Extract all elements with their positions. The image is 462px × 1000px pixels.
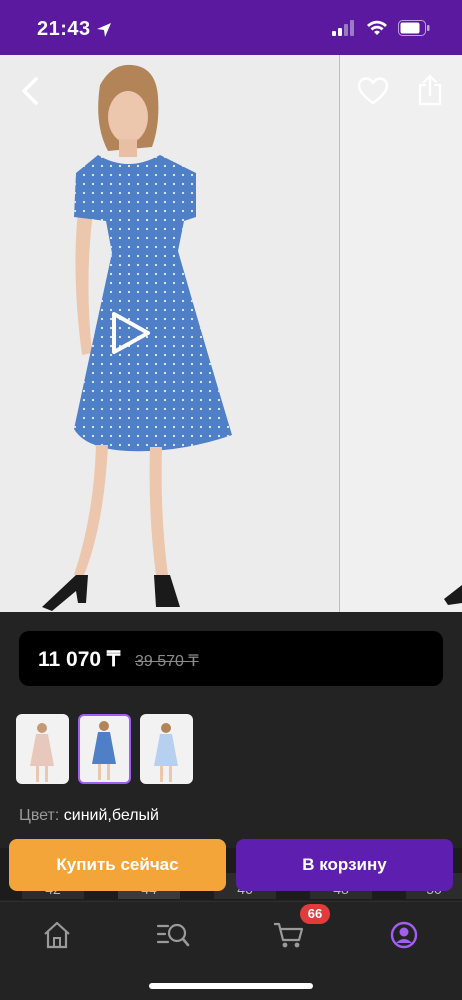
heart-icon — [358, 77, 388, 105]
product-photo-gallery[interactable] — [0, 55, 462, 612]
tab-profile[interactable] — [384, 918, 424, 952]
color-variant-thumb-pink[interactable] — [16, 714, 69, 784]
signal-icon — [332, 20, 354, 36]
chevron-left-icon — [22, 77, 38, 105]
location-arrow-icon — [97, 23, 111, 37]
cart-count-badge: 66 — [300, 904, 330, 924]
play-video-button[interactable] — [106, 309, 154, 357]
color-value: синий,белый — [63, 807, 159, 824]
cart-icon — [274, 922, 304, 948]
variant-image — [92, 721, 116, 780]
search-list-icon — [156, 923, 190, 947]
color-variant-thumb-blue[interactable] — [78, 714, 131, 784]
buy-now-button[interactable]: Купить сейчас — [9, 839, 226, 891]
product-photo — [0, 55, 462, 612]
tab-cart[interactable] — [269, 918, 309, 952]
share-icon — [418, 74, 442, 106]
tab-home[interactable] — [37, 918, 77, 952]
price-card: 11 070 ₸ 39 570 ₸ — [19, 631, 443, 686]
photo-divider — [339, 55, 340, 612]
status-bar: 21:43 — [0, 0, 462, 55]
back-button[interactable] — [14, 73, 46, 109]
color-label: Цвет: — [19, 807, 60, 824]
profile-icon — [390, 921, 418, 949]
battery-icon — [398, 20, 430, 36]
wifi-icon — [367, 20, 387, 35]
color-variant-thumb-light-blue[interactable] — [140, 714, 193, 784]
tab-catalog-search[interactable] — [153, 918, 193, 952]
add-to-cart-button[interactable]: В корзину — [236, 839, 453, 891]
share-button[interactable] — [412, 71, 448, 109]
variant-image — [154, 723, 178, 782]
play-icon — [112, 312, 150, 354]
price-current: 11 070 ₸ — [38, 648, 121, 671]
status-icons — [332, 20, 430, 36]
home-indicator — [149, 983, 313, 989]
price-old: 39 570 ₸ — [135, 653, 199, 670]
favorite-button[interactable] — [355, 73, 391, 109]
color-info: Цвет: синий,белый — [19, 807, 159, 825]
color-variant-thumbnails — [16, 714, 193, 784]
status-time: 21:43 — [37, 18, 91, 40]
variant-image — [30, 723, 54, 782]
home-icon — [44, 921, 70, 949]
